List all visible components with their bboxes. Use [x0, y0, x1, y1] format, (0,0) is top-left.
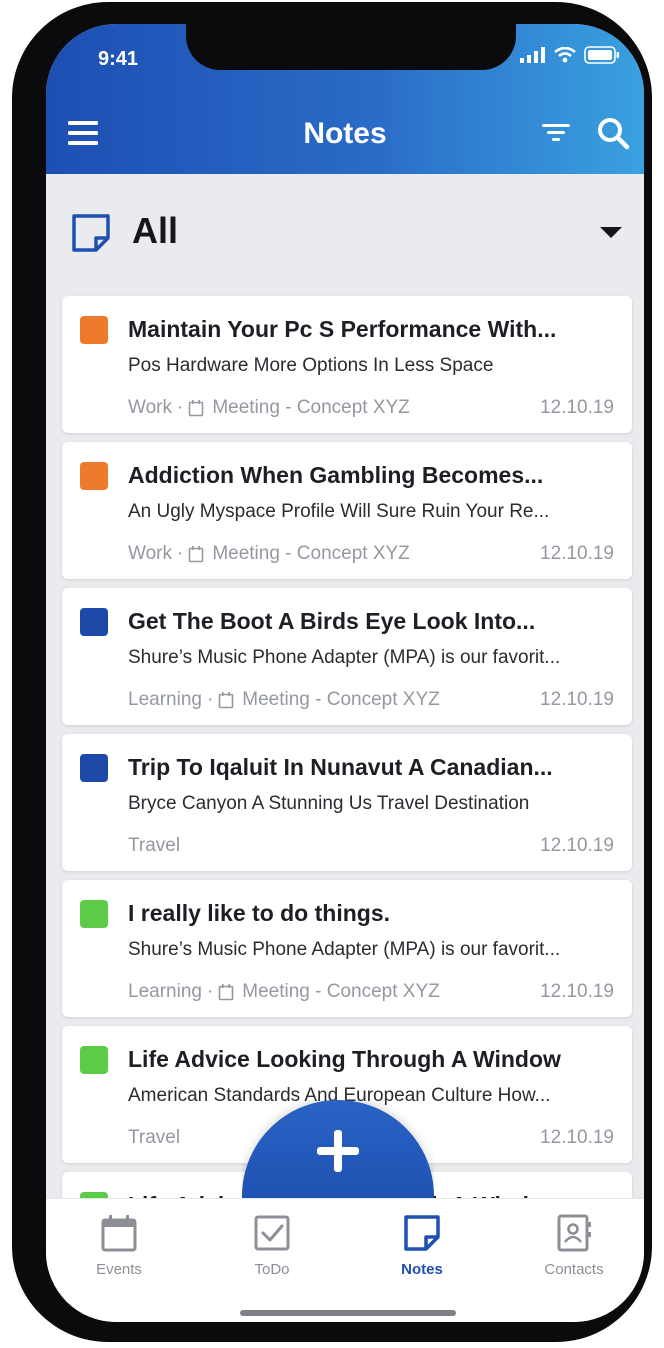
status-icons	[520, 46, 620, 64]
note-meta: Learning · Meeting - Concept XYZ	[128, 689, 440, 711]
meta-separator: ·	[176, 543, 184, 564]
tab-contacts[interactable]: Contacts	[514, 1213, 634, 1278]
search-button[interactable]	[596, 116, 630, 150]
note-tag: Travel	[128, 835, 181, 856]
tab-events-label: Events	[96, 1261, 142, 1278]
note-date: 12.10.19	[540, 1127, 614, 1148]
note-tag: Travel	[128, 1127, 181, 1148]
note-card[interactable]: Maintain Your Pc S Performance With... Po…	[62, 296, 632, 433]
app-screen: 9:41 Notes All Maintain Your Pc S Perfor…	[46, 24, 644, 1322]
notch	[186, 24, 516, 70]
note-color-swatch	[80, 1046, 108, 1074]
app-header: 9:41 Notes	[46, 24, 644, 174]
signal-icon	[520, 47, 545, 63]
note-date: 12.10.19	[540, 981, 614, 1002]
caret-down-icon[interactable]	[600, 227, 622, 238]
note-preview: Bryce Canyon A Stunning Us Travel Destin…	[128, 793, 530, 814]
note-color-swatch	[80, 754, 108, 782]
note-title: I really like to do things.	[128, 900, 390, 926]
calendar-small-icon	[218, 692, 234, 709]
filter-button[interactable]	[540, 118, 572, 148]
tab-bar: Events ToDo Notes Contacts	[46, 1198, 644, 1322]
note-color-swatch	[80, 316, 108, 344]
note-meta: Learning · Meeting - Concept XYZ	[128, 981, 440, 1003]
contacts-icon	[557, 1214, 591, 1252]
calendar-small-icon	[189, 546, 204, 563]
note-icon	[72, 214, 110, 252]
note-preview: Pos Hardware More Options In Less Space	[128, 355, 494, 376]
note-title: Get The Boot A Birds Eye Look Into...	[128, 608, 536, 634]
tab-events[interactable]: Events	[59, 1213, 179, 1278]
note-title: Addiction When Gambling Becomes...	[128, 462, 544, 488]
note-meeting: Meeting - Concept XYZ	[212, 397, 410, 418]
note-icon	[404, 1215, 440, 1251]
filter-icon	[542, 124, 570, 141]
note-preview: Shure’s Music Phone Adapter (MPA) is our…	[128, 647, 561, 668]
meta-separator: ·	[176, 397, 184, 418]
note-date: 12.10.19	[540, 397, 614, 418]
category-selector[interactable]: All	[46, 174, 644, 292]
meta-separator: ·	[206, 981, 214, 1002]
note-meeting: Meeting - Concept XYZ	[242, 689, 440, 710]
tab-contacts-label: Contacts	[544, 1261, 604, 1278]
note-meeting: Meeting - Concept XYZ	[212, 543, 410, 564]
home-indicator	[240, 1310, 456, 1316]
note-preview: Shure’s Music Phone Adapter (MPA) is our…	[128, 939, 561, 960]
note-card[interactable]: Addiction When Gambling Becomes... An Ugl…	[62, 442, 632, 579]
note-tag: Learning	[128, 981, 202, 1002]
note-card[interactable]: I really like to do things. Shure’s Music…	[62, 880, 632, 1017]
note-tag: Work	[128, 543, 172, 564]
calendar-icon	[101, 1215, 137, 1252]
note-color-swatch	[80, 462, 108, 490]
note-tag: Work	[128, 397, 172, 418]
battery-icon	[584, 46, 619, 64]
note-date: 12.10.19	[540, 689, 614, 710]
note-tag: Learning	[128, 689, 202, 710]
phone-frame: 9:41 Notes All Maintain Your Pc S Perfor…	[12, 2, 652, 1342]
note-card[interactable]: Trip To Iqaluit In Nunavut A Canadian...…	[62, 734, 632, 871]
note-meta: Travel	[128, 835, 180, 857]
note-preview: American Standards And European Culture …	[128, 1085, 551, 1106]
note-card[interactable]: Get The Boot A Birds Eye Look Into... Shu…	[62, 588, 632, 725]
note-meeting: Meeting - Concept XYZ	[242, 981, 440, 1002]
tab-todo-label: ToDo	[254, 1261, 290, 1278]
note-meta: Travel	[128, 1127, 180, 1149]
note-meta: Work · Meeting - Concept XYZ	[128, 397, 410, 419]
search-icon	[598, 118, 630, 150]
note-title: Life Advice Looking Through A Window	[128, 1046, 561, 1072]
calendar-small-icon	[189, 400, 204, 417]
note-color-swatch	[80, 900, 108, 928]
calendar-small-icon	[218, 984, 234, 1001]
tab-notes-label: Notes	[401, 1261, 443, 1278]
plus-icon	[317, 1130, 359, 1172]
note-meta: Work · Meeting - Concept XYZ	[128, 543, 410, 565]
checkbox-icon	[254, 1215, 290, 1251]
tab-notes[interactable]: Notes	[362, 1213, 482, 1278]
note-title: Trip To Iqaluit In Nunavut A Canadian...	[128, 754, 553, 780]
tab-todo[interactable]: ToDo	[212, 1213, 332, 1278]
category-label: All	[132, 210, 179, 251]
note-date: 12.10.19	[540, 543, 614, 564]
note-date: 12.10.19	[540, 835, 614, 856]
note-title: Maintain Your Pc S Performance With...	[128, 316, 557, 342]
status-time: 9:41	[98, 48, 139, 70]
meta-separator: ·	[206, 689, 214, 710]
note-color-swatch	[80, 608, 108, 636]
wifi-icon	[554, 47, 576, 63]
note-preview: An Ugly Myspace Profile Will Sure Ruin Y…	[128, 501, 550, 522]
